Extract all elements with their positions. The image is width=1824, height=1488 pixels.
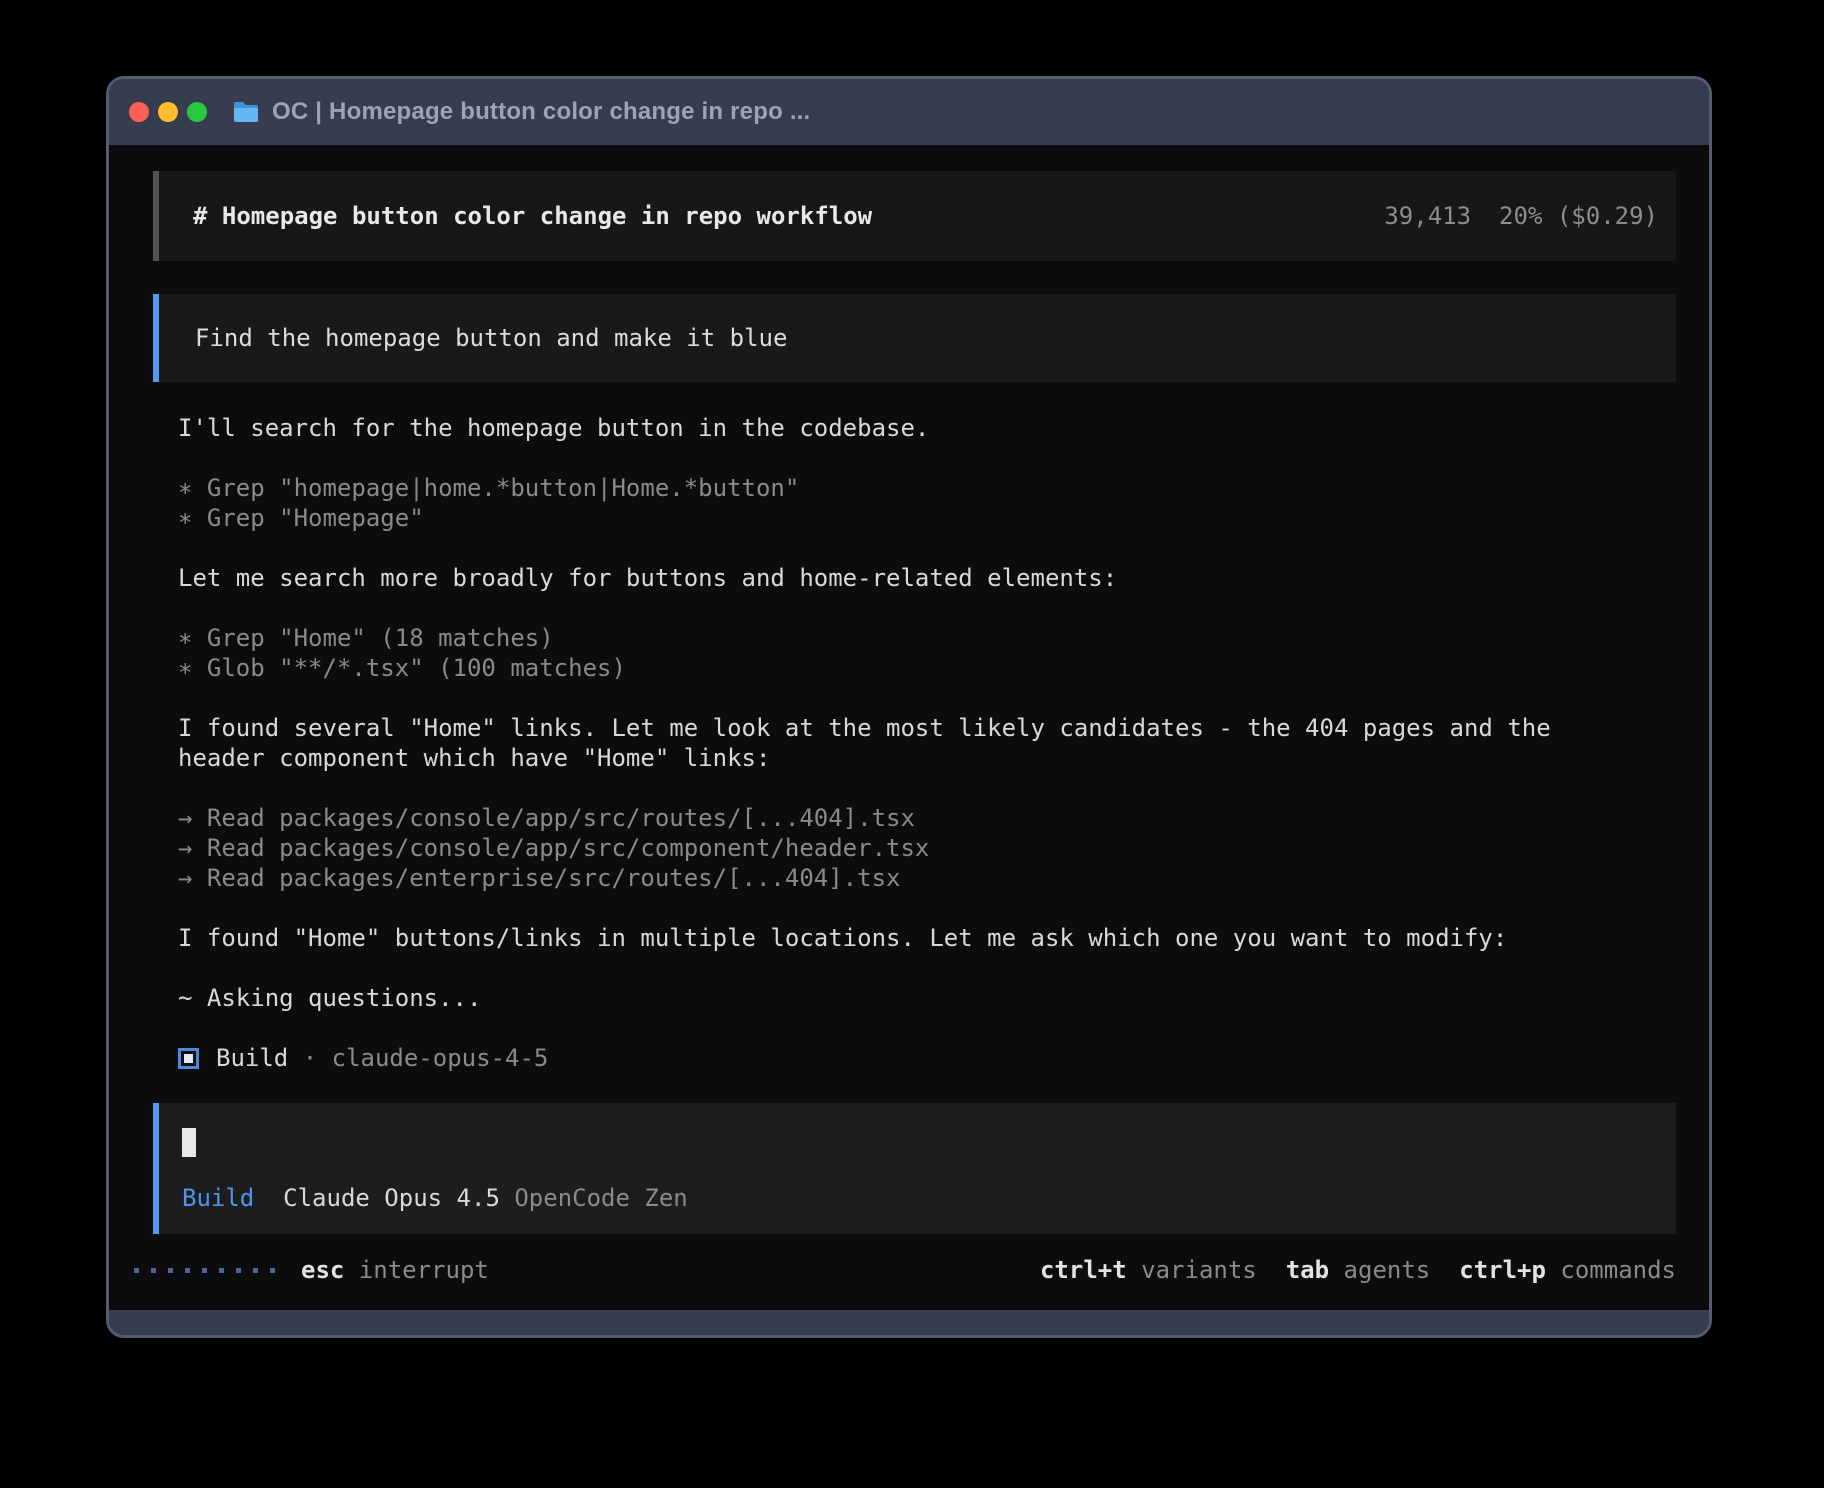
assistant-text: I found "Home" buttons/links in multiple… — [178, 923, 1676, 953]
titlebar: OC | Homepage button color change in rep… — [109, 79, 1709, 145]
prompt-input[interactable]: Build Claude Opus 4.5 OpenCode Zen — [153, 1103, 1676, 1234]
context-cost: 20% ($0.29) — [1499, 202, 1658, 230]
separator-dot — [317, 1044, 331, 1072]
hint-variants: ctrl+t variants — [1040, 1256, 1257, 1284]
blank-row — [178, 1013, 1676, 1043]
assistant-text: I'll search for the homepage button in t… — [178, 413, 1676, 443]
assistant-text: header component which have "Home" links… — [178, 743, 1676, 773]
separator-dot: · — [303, 1044, 317, 1072]
session-view: # Homepage button color change in repo w… — [109, 145, 1709, 1234]
user-message-text: Find the homepage button and make it blu… — [195, 324, 787, 352]
token-count: 39,413 — [1384, 202, 1471, 230]
tool-call-grep: ∗ Grep "homepage|home.*button|Home.*butt… — [178, 473, 1676, 503]
spinner-dots — [134, 1268, 275, 1273]
minimize-button[interactable] — [158, 102, 178, 122]
session-stats: 39,413 20% ($0.29) — [1384, 202, 1658, 230]
hint-interrupt: esc interrupt — [301, 1256, 489, 1284]
blank-row — [178, 533, 1676, 563]
maximize-button[interactable] — [187, 102, 207, 122]
blank-row — [178, 773, 1676, 803]
session-header: # Homepage button color change in repo w… — [153, 171, 1676, 261]
input-status-bar: Build Claude Opus 4.5 OpenCode Zen — [182, 1184, 1658, 1212]
separator-dot — [288, 1044, 302, 1072]
blank-row — [178, 593, 1676, 623]
assistant-text: I found several "Home" links. Let me loo… — [178, 713, 1676, 743]
keyboard-hints: ctrl+t variants tab agents ctrl+p comman… — [1040, 1256, 1676, 1284]
blank-row — [178, 683, 1676, 713]
model-id: claude-opus-4-5 — [332, 1044, 549, 1072]
agent-status-row: Build · claude-opus-4-5 — [178, 1043, 1676, 1073]
blank-row — [178, 893, 1676, 923]
assistant-status-text: ~ Asking questions... — [178, 983, 1676, 1013]
assistant-text: Let me search more broadly for buttons a… — [178, 563, 1676, 593]
window-title: OC | Homepage button color change in rep… — [272, 98, 810, 126]
agent-name: Build — [216, 1044, 288, 1072]
session-title: # Homepage button color change in repo w… — [193, 202, 872, 230]
window-bottom-bar — [109, 1310, 1709, 1335]
provider-name: OpenCode Zen — [514, 1184, 687, 1212]
agent-icon — [178, 1048, 199, 1069]
folder-icon — [232, 100, 260, 124]
tool-call-read: → Read packages/enterprise/src/routes/[.… — [178, 863, 1676, 893]
hint-agents: tab agents — [1286, 1256, 1431, 1284]
tool-call-read: → Read packages/console/app/src/componen… — [178, 833, 1676, 863]
close-button[interactable] — [129, 102, 149, 122]
model-name: Claude Opus 4.5 — [283, 1184, 500, 1212]
tool-call-grep: ∗ Grep "Home" (18 matches) — [178, 623, 1676, 653]
terminal-window: OC | Homepage button color change in rep… — [106, 76, 1712, 1338]
assistant-transcript: I'll search for the homepage button in t… — [153, 413, 1676, 1073]
blank-row — [178, 953, 1676, 983]
text-cursor — [182, 1128, 196, 1157]
mode-label: Build — [182, 1184, 254, 1212]
hint-commands: ctrl+p commands — [1459, 1256, 1676, 1284]
tool-call-grep: ∗ Grep "Homepage" — [178, 503, 1676, 533]
tool-call-glob: ∗ Glob "**/*.tsx" (100 matches) — [178, 653, 1676, 683]
tool-call-read: → Read packages/console/app/src/routes/[… — [178, 803, 1676, 833]
blank-row — [178, 443, 1676, 473]
statusline: esc interrupt ctrl+t variants tab agents… — [134, 1255, 1676, 1285]
user-message: Find the homepage button and make it blu… — [153, 294, 1676, 382]
